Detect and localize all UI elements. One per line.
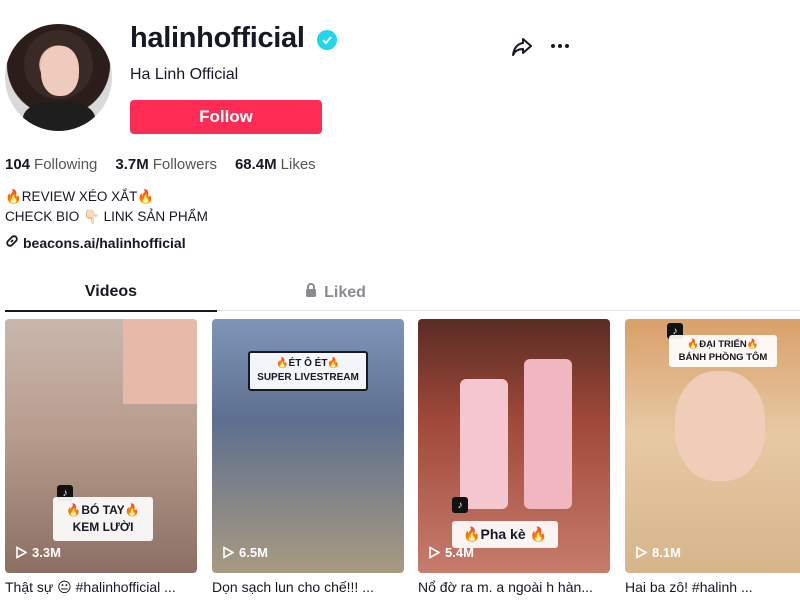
followers-label: Followers xyxy=(152,156,217,173)
tab-videos[interactable]: Videos xyxy=(5,283,217,301)
view-count: 3.3M xyxy=(15,545,61,560)
following-stat[interactable]: 104 Following xyxy=(5,156,97,173)
video-overlay-bottom: BÁNH PHỒNG TÔM xyxy=(678,352,768,363)
video-overlay-top: 🔥ĐẠI TRIỂN🔥 xyxy=(687,339,759,350)
nickname: Ha Linh Official xyxy=(130,66,239,83)
video-title[interactable]: Nổ đờ ra m. a ngoài h hàn... xyxy=(418,579,610,595)
bio-link[interactable]: beacons.ai/halinhofficial xyxy=(5,234,186,251)
avatar xyxy=(5,24,112,131)
video-title[interactable]: Dọn sạch lun cho chế!!! ... xyxy=(212,579,404,595)
video-overlay-text: 🔥ÉT Ô ÉT🔥 SUPER LIVESTREAM xyxy=(248,351,368,391)
play-icon xyxy=(429,546,440,559)
video-card[interactable]: ♪ 🔥ĐẠI TRIỂN🔥 BÁNH PHỒNG TÔM 8.1M xyxy=(625,319,800,573)
share-icon[interactable] xyxy=(510,34,534,58)
view-count-value: 5.4M xyxy=(445,545,474,560)
play-icon xyxy=(636,546,647,559)
view-count-value: 8.1M xyxy=(652,545,681,560)
verified-icon xyxy=(317,30,337,50)
likes-label: Likes xyxy=(280,156,316,173)
likes-stat: 68.4M Likes xyxy=(235,156,316,173)
lock-icon xyxy=(304,283,318,303)
active-tab-indicator xyxy=(5,310,217,312)
video-overlay-text: 🔥BÓ TAY🔥 KEM LƯỜI xyxy=(53,497,153,541)
followers-count: 3.7M xyxy=(115,156,149,173)
video-overlay-text: 🔥ĐẠI TRIỂN🔥 BÁNH PHỒNG TÔM xyxy=(669,335,777,367)
view-count: 6.5M xyxy=(222,545,268,560)
video-overlay-top: 🔥ÉT Ô ÉT🔥 xyxy=(276,358,340,369)
link-icon xyxy=(5,234,19,251)
video-card[interactable]: ♪ 🔥BÓ TAY🔥 KEM LƯỜI 3.3M xyxy=(5,319,197,573)
video-title[interactable]: Hai ba zô! #halinh ... xyxy=(625,579,800,595)
video-card[interactable]: ♪ 🔥Pha kè 🔥 5.4M xyxy=(418,319,610,573)
profile-tabs: Videos Liked xyxy=(5,280,800,312)
follow-button[interactable]: Follow xyxy=(130,100,322,134)
bio-line-2: CHECK BIO 👇🏻 LINK SẢN PHẨM xyxy=(5,209,208,224)
bio: 🔥REVIEW XÉO XẮT🔥 CHECK BIO 👇🏻 LINK SẢN P… xyxy=(5,187,208,227)
view-count-value: 6.5M xyxy=(239,545,268,560)
followers-stat[interactable]: 3.7M Followers xyxy=(115,156,217,173)
following-count: 104 xyxy=(5,156,31,173)
view-count: 5.4M xyxy=(428,545,474,560)
likes-count: 68.4M xyxy=(234,156,277,173)
more-icon[interactable] xyxy=(548,34,572,58)
play-icon xyxy=(223,546,234,559)
play-icon xyxy=(16,546,27,559)
bio-line-1: 🔥REVIEW XÉO XẮT🔥 xyxy=(5,189,155,204)
view-count: 8.1M xyxy=(635,545,681,560)
video-title[interactable]: Thật sự 😐 #halinhofficial ... xyxy=(5,579,197,596)
profile-stats: 104 Following 3.7M Followers 68.4M Likes xyxy=(5,156,316,173)
tiktok-logo-icon: ♪ xyxy=(452,497,468,513)
bio-link-text: beacons.ai/halinhofficial xyxy=(23,234,186,251)
view-count-value: 3.3M xyxy=(32,545,61,560)
video-overlay-text: 🔥Pha kè 🔥 xyxy=(452,521,558,548)
username: halinhofficial xyxy=(130,22,305,54)
video-card[interactable]: 🔥ÉT Ô ÉT🔥 SUPER LIVESTREAM 6.5M xyxy=(212,319,404,573)
following-label: Following xyxy=(34,156,98,173)
tab-liked[interactable]: Liked xyxy=(255,283,415,303)
video-overlay-bottom: SUPER LIVESTREAM xyxy=(257,372,359,383)
tab-liked-label: Liked xyxy=(324,284,366,301)
